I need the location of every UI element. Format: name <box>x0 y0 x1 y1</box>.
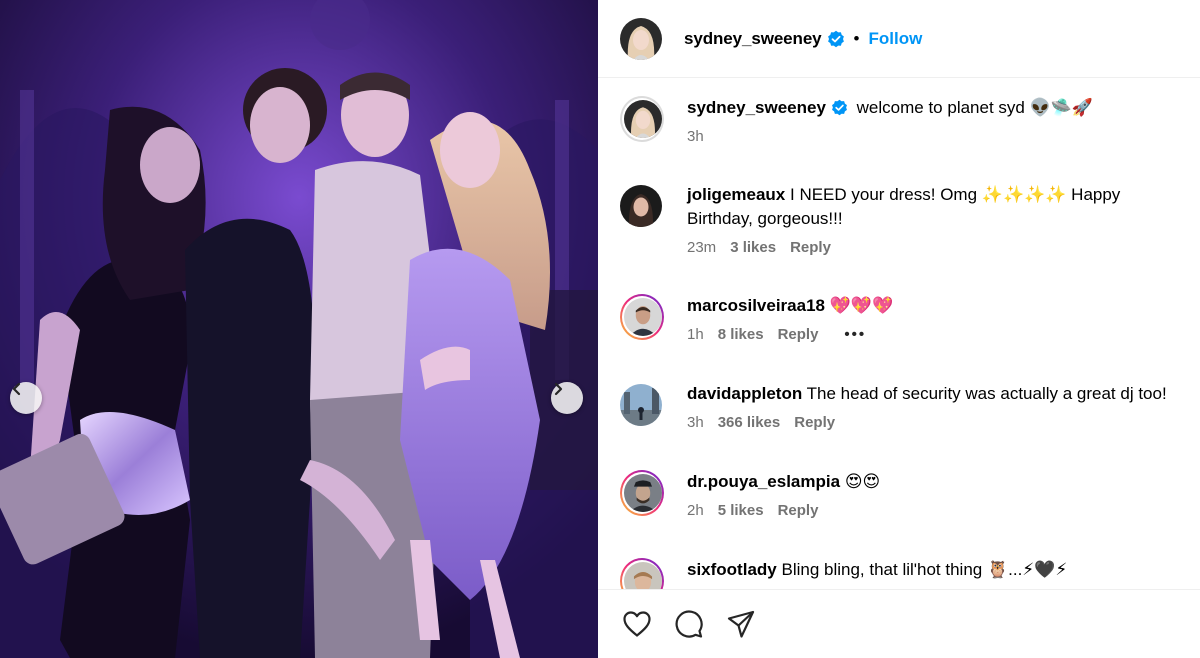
share-button[interactable] <box>724 607 758 641</box>
follow-button[interactable]: Follow <box>868 29 922 49</box>
reply-button[interactable]: Reply <box>794 411 835 435</box>
comments-list[interactable]: sydney_sweeney welcome to planet syd 👽🛸🚀… <box>598 79 1200 589</box>
comment-username[interactable]: joligemeaux <box>687 185 785 204</box>
comment-row: sixfootlady Bling bling, that lil'hot th… <box>620 558 1200 589</box>
commenter-avatar[interactable] <box>624 298 662 336</box>
comment-likes[interactable]: 8 likes <box>718 323 764 347</box>
reply-button[interactable]: Reply <box>778 499 819 523</box>
comment-username[interactable]: marcosilveiraa18 <box>687 296 825 315</box>
post-action-bar <box>598 589 1200 658</box>
caption-avatar[interactable] <box>624 100 662 138</box>
comment-row: marcosilveiraa18 💖💖💖 1h 8 likes Reply ••… <box>620 294 1200 347</box>
commenter-avatar[interactable] <box>624 562 662 589</box>
post-photo <box>0 0 598 658</box>
reply-button[interactable]: Reply <box>790 236 831 260</box>
comment-username[interactable]: sixfootlady <box>687 560 777 579</box>
heart-icon <box>623 611 651 637</box>
comment-likes[interactable]: 5 likes <box>718 499 764 523</box>
post-header: sydney_sweeney • Follow <box>598 0 1200 78</box>
separator-dot: • <box>853 28 860 48</box>
commenter-avatar[interactable] <box>620 185 662 227</box>
caption-text: welcome to planet syd 👽🛸🚀 <box>856 98 1094 117</box>
comment-text: 😍😍 <box>844 472 881 491</box>
comment-button[interactable] <box>672 607 706 641</box>
comment-text: Bling bling, that lil'hot thing 🦉...⚡🖤⚡ <box>781 560 1068 579</box>
caption-row: sydney_sweeney welcome to planet syd 👽🛸🚀… <box>620 96 1200 149</box>
caption-username[interactable]: sydney_sweeney <box>687 98 826 117</box>
comment-text: 💖💖💖 <box>829 296 894 315</box>
verified-badge-icon <box>827 30 844 47</box>
post-side-panel: sydney_sweeney • Follow sydney_sweeney w… <box>598 0 1200 658</box>
comment-row: joligemeaux I NEED your dress! Omg ✨✨✨✨ … <box>620 183 1200 260</box>
comment-username[interactable]: dr.pouya_eslampia <box>687 472 840 491</box>
author-username[interactable]: sydney_sweeney <box>684 29 822 49</box>
comment-time: 23m <box>687 239 717 256</box>
share-icon <box>727 610 755 638</box>
commenter-avatar[interactable] <box>620 384 662 426</box>
comment-row: dr.pouya_eslampia 😍😍 2h 5 likes Reply <box>620 470 1200 523</box>
comment-text: The head of security was actually a grea… <box>806 384 1167 403</box>
caption-time: 3h <box>687 128 704 145</box>
comment-likes[interactable]: 3 likes <box>730 236 776 260</box>
author-avatar[interactable] <box>620 17 662 60</box>
reply-button[interactable]: Reply <box>778 323 819 347</box>
previous-photo-button[interactable] <box>10 382 42 414</box>
comment-icon <box>675 610 703 638</box>
comment-row: davidappleton The head of security was a… <box>620 382 1200 435</box>
comment-time: 1h <box>687 326 704 343</box>
next-photo-button[interactable] <box>551 382 583 414</box>
comment-username[interactable]: davidappleton <box>687 384 802 403</box>
commenter-avatar[interactable] <box>624 474 662 512</box>
like-button[interactable] <box>620 607 654 641</box>
comment-time: 3h <box>687 414 704 431</box>
comment-time: 2h <box>687 502 704 519</box>
party-photo-illustration <box>0 0 598 658</box>
chevron-left-icon <box>12 382 21 396</box>
verified-badge-icon <box>831 99 847 116</box>
more-options-icon[interactable]: ••• <box>844 323 866 347</box>
chevron-right-icon <box>554 382 563 396</box>
comment-likes[interactable]: 366 likes <box>718 411 781 435</box>
